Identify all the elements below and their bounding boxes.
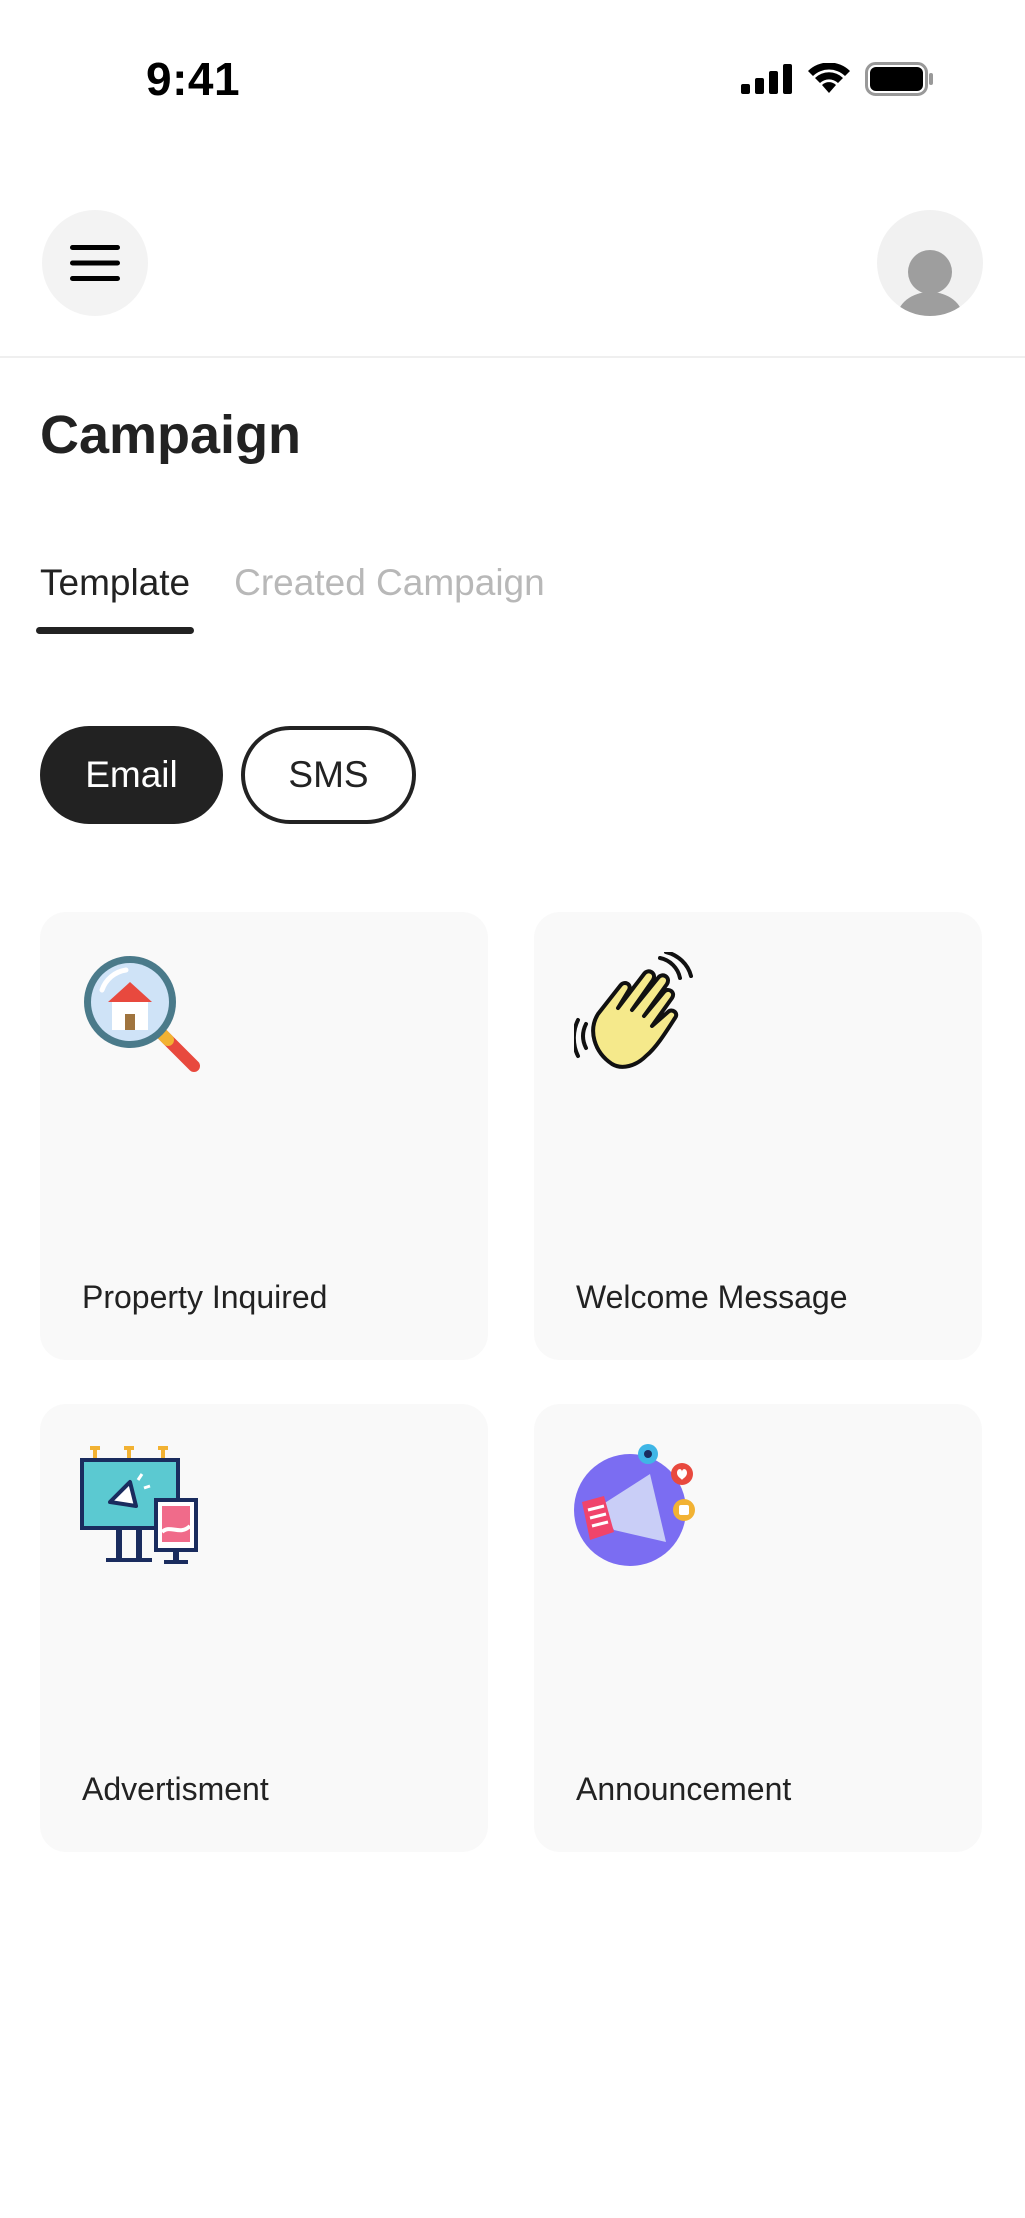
template-card-announcement[interactable]: Announcement: [534, 1404, 982, 1852]
page-title: Campaign: [40, 405, 302, 465]
tab-bar: Template Created Campaign: [36, 562, 545, 634]
sms-filter-button[interactable]: SMS: [241, 726, 416, 824]
channel-filter: Email SMS: [40, 726, 416, 824]
template-card-label: Announcement: [576, 1771, 792, 1807]
battery-icon: [865, 62, 933, 96]
email-filter-button[interactable]: Email: [40, 726, 223, 824]
status-icons: [741, 62, 935, 96]
tab-label: Created Campaign: [234, 562, 545, 603]
template-card-label: Advertisment: [82, 1771, 269, 1807]
active-tab-indicator: [36, 627, 195, 634]
tab-label: Template: [40, 562, 191, 603]
avatar[interactable]: [877, 210, 983, 316]
menu-button[interactable]: [42, 210, 148, 316]
template-card-advertisment[interactable]: Advertisment: [40, 1404, 488, 1852]
billboard-advertising-icon: [80, 1446, 198, 1564]
status-bar: 9:41: [0, 0, 1025, 160]
status-time: 9:41: [146, 53, 241, 105]
app-header: [0, 160, 1025, 358]
template-grid: Property Inquired Welcome Message Advert…: [40, 912, 984, 1852]
template-card-label: Property Inquired: [82, 1279, 328, 1315]
template-card-welcome-message[interactable]: Welcome Message: [534, 912, 982, 1360]
template-card-property-inquired[interactable]: Property Inquired: [40, 912, 488, 1360]
user-avatar-icon: [897, 250, 963, 316]
megaphone-icon: [574, 1444, 695, 1566]
hamburger-menu-icon: [70, 245, 120, 281]
tab-created-campaign[interactable]: Created Campaign: [234, 562, 545, 634]
house-search-icon: [84, 956, 200, 1072]
tab-template[interactable]: Template: [36, 562, 195, 634]
template-card-label: Welcome Message: [576, 1279, 848, 1315]
wifi-icon: [808, 63, 850, 93]
cellular-signal-icon: [741, 64, 792, 94]
waving-hand-icon: [574, 952, 693, 1069]
